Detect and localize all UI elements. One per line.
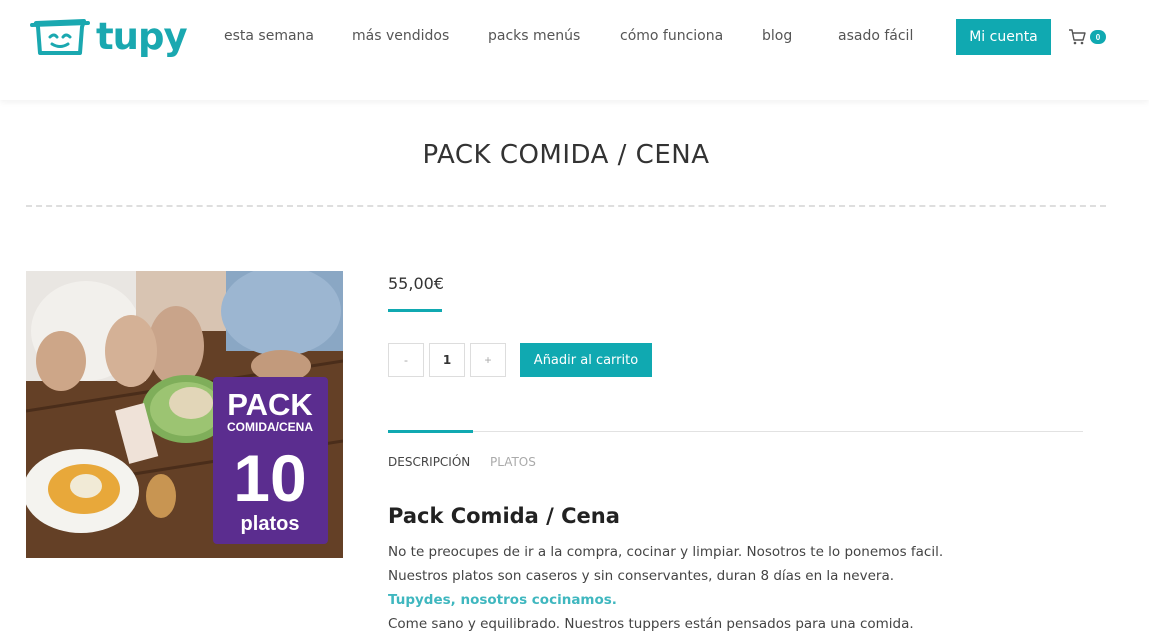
description-line: Nuestros platos son caseros y sin conser… [388, 568, 895, 584]
title-divider [26, 205, 1106, 207]
tab-descripcion[interactable]: DESCRIPCIÓN [388, 455, 470, 469]
page-title: PACK COMIDA / CENA [422, 140, 710, 170]
quantity-decrease-button[interactable]: - [388, 343, 424, 377]
product-image[interactable]: PACK COMIDA/CENA 10 platos [26, 271, 343, 558]
badge-pack-text: PACK [227, 387, 313, 422]
quantity-input[interactable] [429, 343, 465, 377]
description-tagline: Tupydes, nosotros cocinamos. [388, 592, 617, 608]
tab-platos[interactable]: PLATOS [490, 455, 536, 469]
nav-item-mas-vendidos[interactable]: más vendidos [352, 28, 449, 44]
nav-item-blog[interactable]: blog [762, 28, 792, 44]
nav-item-como-funciona[interactable]: cómo funciona [620, 28, 723, 44]
price-underline [388, 309, 442, 312]
description-heading: Pack Comida / Cena [388, 504, 620, 528]
badge-platos-text: platos [241, 513, 300, 535]
cart-icon[interactable] [1068, 28, 1086, 46]
my-account-button[interactable]: Mi cuenta [956, 19, 1051, 55]
cart-count-badge[interactable]: 0 [1090, 30, 1106, 44]
logo[interactable]: tupy [30, 14, 192, 60]
site-header: tupy esta semana más vendidos packs menú… [0, 0, 1149, 100]
add-to-cart-button[interactable]: Añadir al carrito [520, 343, 652, 377]
product-price: 55,00€ [388, 274, 444, 293]
nav-item-asado-facil[interactable]: asado fácil [838, 28, 913, 44]
badge-subtitle-text: COMIDA/CENA [227, 420, 313, 434]
active-tab-indicator [388, 430, 473, 433]
logo-text: tupy [96, 15, 188, 58]
tabs-divider [388, 431, 1083, 432]
quantity-increase-button[interactable]: + [470, 343, 506, 377]
description-line: Come sano y equilibrado. Nuestros tupper… [388, 616, 914, 631]
nav-item-esta-semana[interactable]: esta semana [224, 28, 314, 44]
product-photo: PACK COMIDA/CENA 10 platos [26, 271, 343, 558]
description-line: No te preocupes de ir a la compra, cocin… [388, 544, 944, 560]
badge-number-text: 10 [233, 441, 306, 515]
nav-item-packs-menus[interactable]: packs menús [488, 28, 580, 44]
tupper-logo-icon [30, 19, 90, 55]
